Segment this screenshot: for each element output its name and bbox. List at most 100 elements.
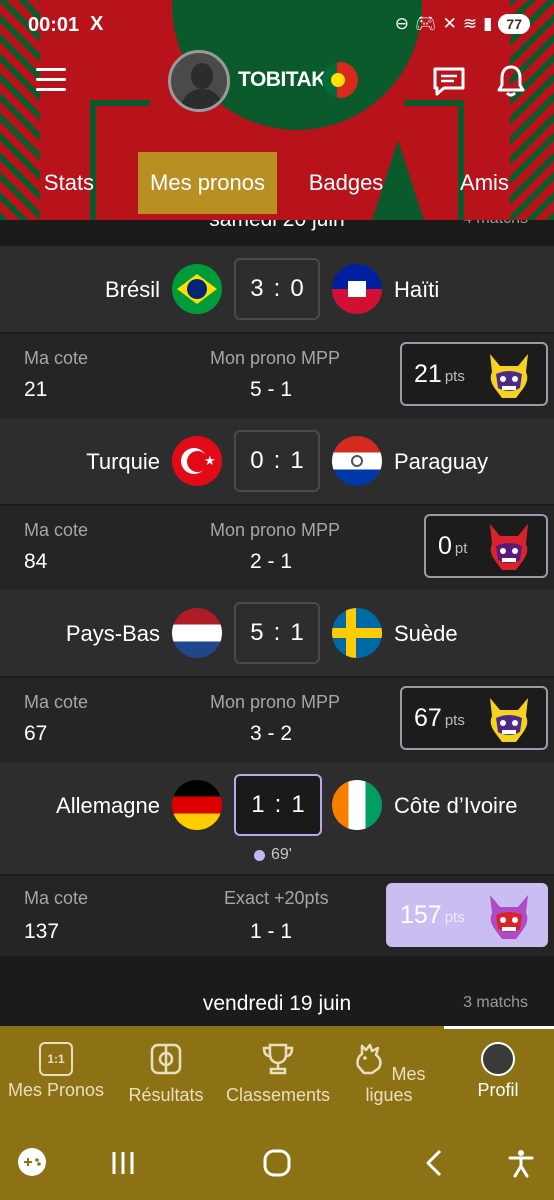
- score-separator: :: [273, 275, 281, 302]
- home-score: 5: [250, 619, 264, 646]
- points-unit: pts: [444, 367, 465, 385]
- match-card[interactable]: Pays-Bas 5 : 1 Suède: [0, 590, 554, 676]
- back-icon[interactable]: [420, 1148, 450, 1178]
- points-unit: pts: [444, 908, 465, 926]
- mascot-icon: [490, 895, 528, 939]
- nav-label: Classements: [225, 1085, 331, 1105]
- menu-icon[interactable]: [36, 68, 66, 92]
- away-team: Paraguay: [394, 449, 489, 474]
- cote-value: 21: [24, 378, 48, 401]
- nav-classements[interactable]: Classements: [222, 1038, 334, 1106]
- cote-label: Ma cote: [24, 692, 89, 712]
- away-score: 1: [290, 619, 304, 646]
- paraguay-flag-icon: [332, 436, 382, 486]
- home-score: 1: [251, 791, 265, 818]
- prono-row: Ma cote 21 Mon prono MPP 5 - 1 21 pts: [0, 334, 554, 418]
- profile-tabs: Stats Mes pronos Badges Amis: [0, 152, 554, 216]
- points-badge[interactable]: 21 pts: [400, 342, 548, 406]
- match-card-live[interactable]: Allemagne 1 : 1 Côte d’Ivoire 69': [0, 762, 554, 874]
- brazil-flag-icon: [172, 264, 222, 314]
- tab-mes-pronos[interactable]: Mes pronos: [138, 152, 277, 214]
- mute-icon: ✕: [442, 14, 457, 33]
- score-icon: 1:1: [39, 1042, 73, 1076]
- points-value: 67: [414, 703, 442, 732]
- prono-label: Exact +20pts: [224, 888, 329, 908]
- home-team: Allemagne: [56, 793, 160, 818]
- points-badge[interactable]: 0 pt: [424, 514, 548, 578]
- signal-icon: ▮: [483, 14, 493, 33]
- rooster-icon: [356, 1043, 383, 1075]
- live-indicator: 69': [254, 846, 292, 864]
- tab-stats[interactable]: Stats: [0, 152, 138, 214]
- devil-mascot-icon: [490, 524, 528, 570]
- cote-label: Ma cote: [24, 520, 89, 540]
- home-team: Pays-Bas: [65, 621, 160, 646]
- points-badge-exact[interactable]: 157 pts: [386, 883, 548, 947]
- system-navigation-bar: [0, 1140, 554, 1190]
- nav-resultats[interactable]: Résultats: [118, 1038, 214, 1106]
- germany-flag-icon: [172, 780, 222, 830]
- points-value: 157: [400, 900, 442, 929]
- nav-label: Profil: [477, 1080, 519, 1100]
- away-team: Suède: [394, 621, 458, 646]
- live-dot-icon: [254, 849, 265, 861]
- home-team: Brésil: [104, 277, 160, 302]
- accessibility-icon[interactable]: [506, 1148, 536, 1178]
- gamepad-icon: 🎮︎: [414, 14, 437, 33]
- bottom-navigation: 1:1 Mes Pronos Résultats Classements Mes…: [0, 1026, 554, 1200]
- home-team: Turquie: [86, 449, 160, 474]
- cote-label: Ma cote: [24, 888, 89, 908]
- final-score: 3 : 0: [234, 258, 320, 320]
- nav-profil[interactable]: Profil: [452, 1038, 544, 1101]
- avatar[interactable]: [168, 50, 230, 112]
- haiti-flag-icon: [332, 264, 382, 314]
- game-launcher-icon[interactable]: [16, 1146, 48, 1178]
- points-badge[interactable]: 67 pts: [400, 686, 548, 750]
- x-app-icon: X: [90, 13, 104, 35]
- prono-row: Ma cote 84 Mon prono MPP 2 - 1 0 pt: [0, 506, 554, 590]
- home-icon[interactable]: [262, 1148, 292, 1178]
- status-bar: 00:01 X ⊖ 🎮︎ ✕ ≋ ▮ 77: [0, 0, 554, 52]
- cote-label: Ma cote: [24, 348, 89, 368]
- away-score: 1: [291, 791, 305, 818]
- live-minute: 69': [271, 846, 292, 863]
- nav-label: Mes Pronos: [7, 1080, 105, 1100]
- wifi-icon: ≋: [462, 14, 478, 33]
- recent-apps-icon[interactable]: [108, 1148, 138, 1178]
- trophy-icon: [262, 1043, 294, 1075]
- cote-value: 84: [24, 550, 48, 573]
- status-icons: ⊖ 🎮︎ ✕ ≋ ▮ 77: [395, 14, 530, 34]
- prono-value: 2 - 1: [250, 550, 293, 573]
- match-card[interactable]: Turquie ★ 0 : 1 Paraguay: [0, 418, 554, 504]
- away-score: 0: [290, 275, 304, 302]
- ivory-coast-flag-icon: [332, 780, 382, 830]
- away-team: Côte d’Ivoire: [394, 793, 518, 818]
- portugal-flag-icon: [322, 62, 358, 98]
- mascot-icon: [490, 354, 528, 398]
- bell-icon[interactable]: [496, 64, 526, 98]
- points-unit: pt: [454, 539, 468, 557]
- tab-amis[interactable]: Amis: [415, 152, 554, 214]
- whistle-icon: [150, 1043, 182, 1075]
- cote-value: 137: [24, 920, 60, 943]
- away-score: 1: [290, 447, 304, 474]
- nav-mes-ligues[interactable]: Mes ligues: [338, 1038, 440, 1106]
- chat-icon[interactable]: [432, 66, 466, 96]
- nav-mes-pronos[interactable]: 1:1 Mes Pronos: [4, 1038, 108, 1101]
- score-separator: :: [273, 447, 281, 474]
- prono-row: Ma cote 67 Mon prono MPP 3 - 2 67 pts: [0, 678, 554, 762]
- match-card[interactable]: Brésil 3 : 0 Haïti: [0, 246, 554, 332]
- score-separator: :: [274, 791, 282, 818]
- cote-value: 67: [24, 722, 48, 745]
- dnd-icon: ⊖: [394, 14, 409, 33]
- top-bar: TOBITAKE: [0, 50, 554, 114]
- prono-value: 1 - 1: [250, 920, 293, 943]
- day-header: samedi 20 juin 4 matchs: [0, 220, 554, 234]
- nav-label: Résultats: [128, 1085, 204, 1105]
- turkey-flag-icon: ★: [172, 436, 222, 486]
- points-value: 0: [438, 531, 452, 560]
- pronos-list[interactable]: samedi 20 juin 4 matchs Brésil 3 : 0 Haï…: [0, 220, 554, 1026]
- away-team: Haïti: [394, 277, 440, 302]
- tab-badges[interactable]: Badges: [277, 152, 415, 214]
- status-time: 00:01: [28, 14, 80, 36]
